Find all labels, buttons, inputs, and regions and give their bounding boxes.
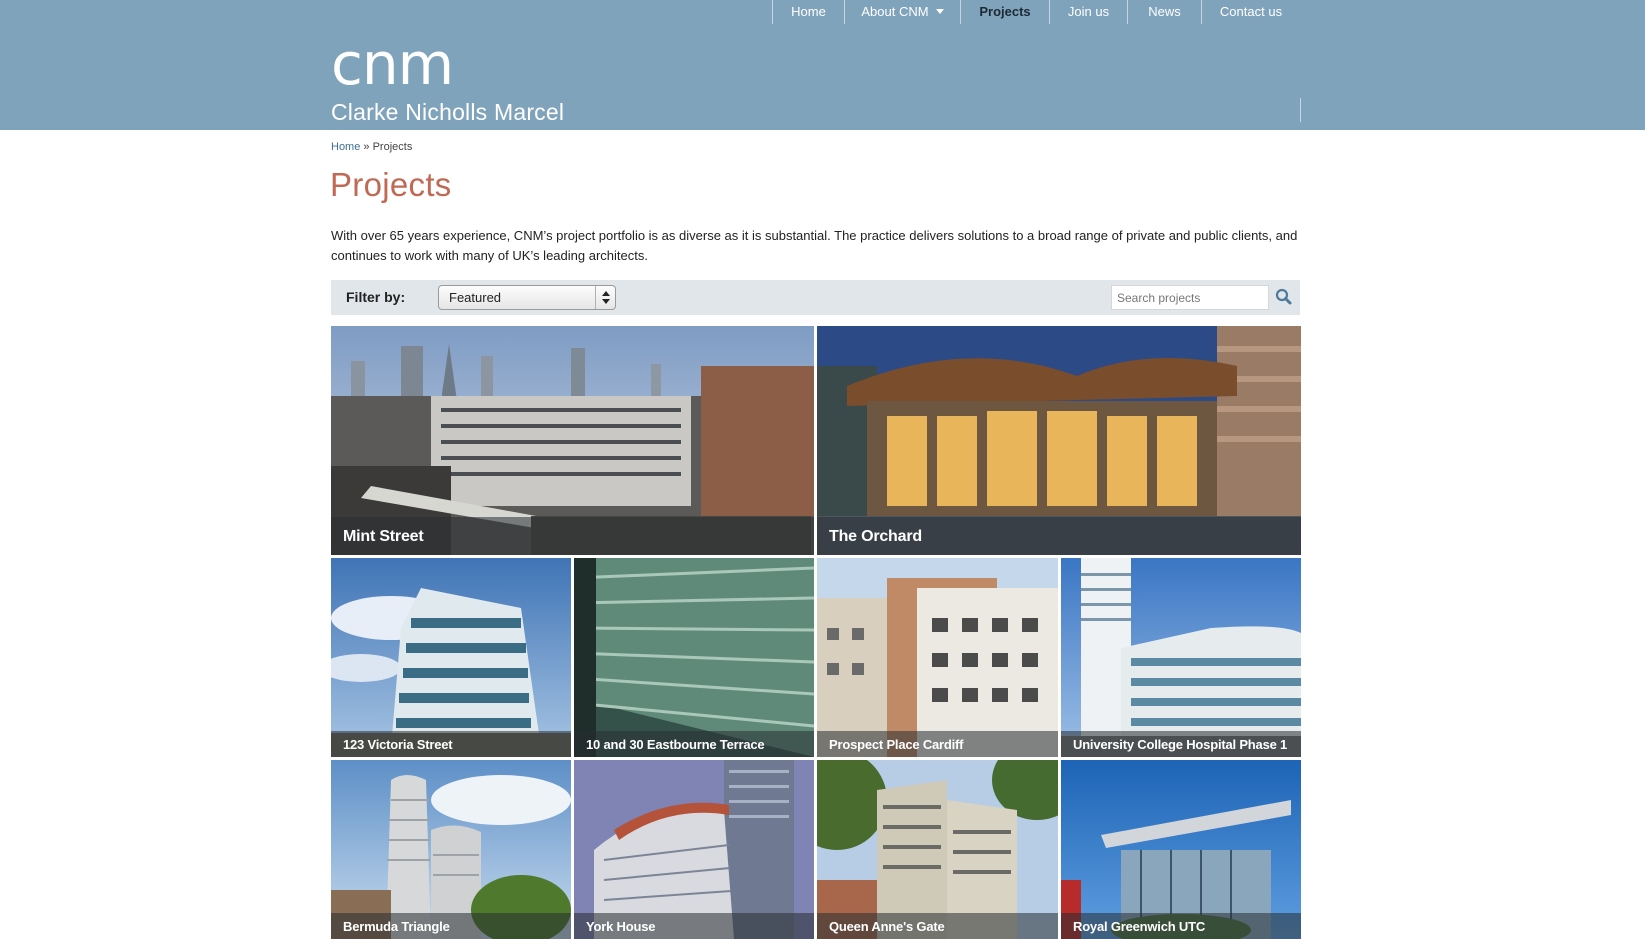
tile-caption: Royal Greenwich UTC	[1061, 913, 1301, 939]
project-image	[574, 558, 814, 757]
select-arrows-icon	[595, 286, 615, 309]
filter-label: Filter by:	[346, 289, 406, 305]
project-tile-university-college-hospital[interactable]: University College Hospital Phase 1	[1061, 558, 1301, 757]
tile-caption: Prospect Place Cardiff	[817, 731, 1058, 757]
tile-caption: Queen Anne's Gate	[817, 913, 1058, 939]
filter-select[interactable]: Featured	[438, 285, 616, 310]
project-tile-york-house[interactable]: York House	[574, 760, 814, 939]
intro-paragraph: With over 65 years experience, CNM’s pro…	[331, 228, 1298, 263]
project-name: Queen Anne's Gate	[829, 919, 945, 934]
tile-caption: University College Hospital Phase 1	[1061, 731, 1301, 757]
project-image	[817, 558, 1058, 757]
project-tile-bermuda-triangle[interactable]: Bermuda Triangle	[331, 760, 571, 939]
tile-caption: Mint Street	[331, 517, 814, 555]
project-name: 10 and 30 Eastbourne Terrace	[586, 737, 765, 752]
nav-divider	[1300, 98, 1301, 122]
tile-caption: 123 Victoria Street	[331, 731, 571, 757]
project-tile-123-victoria-street[interactable]: 123 Victoria Street	[331, 558, 571, 757]
nav-join-us[interactable]: Join us	[1049, 0, 1127, 24]
search-input[interactable]	[1111, 285, 1269, 310]
project-image	[1061, 558, 1301, 757]
nav-news[interactable]: News	[1127, 0, 1201, 24]
project-name: University College Hospital Phase 1	[1073, 737, 1288, 752]
logo-mark: cnm	[331, 30, 454, 98]
tile-caption: York House	[574, 913, 814, 939]
project-name: Prospect Place Cardiff	[829, 737, 964, 752]
nav-about[interactable]: About CNM	[844, 0, 960, 24]
filter-selected-value: Featured	[449, 290, 502, 305]
tile-caption: 10 and 30 Eastbourne Terrace	[574, 731, 814, 757]
project-tile-queen-annes-gate[interactable]: Queen Anne's Gate	[817, 760, 1058, 939]
breadcrumb-current: Projects	[372, 141, 413, 153]
project-name: Bermuda Triangle	[343, 919, 450, 934]
nav-home[interactable]: Home	[772, 0, 844, 24]
project-tile-mint-street[interactable]: Mint Street	[331, 326, 814, 555]
project-name: 123 Victoria Street	[343, 737, 453, 752]
nav-news-label: News	[1148, 4, 1181, 19]
logo-company-name: Clarke Nicholls Marcel	[331, 99, 565, 125]
project-name: York House	[586, 919, 656, 934]
project-name: Royal Greenwich UTC	[1073, 919, 1206, 934]
filter-bar: Filter by: Featured	[331, 280, 1300, 315]
chevron-down-icon	[935, 9, 944, 14]
nav-contact[interactable]: Contact us	[1201, 0, 1300, 24]
breadcrumb-separator: »	[363, 141, 370, 153]
nav-projects-label: Projects	[979, 4, 1031, 19]
tile-caption: The Orchard	[817, 517, 1301, 555]
project-image	[331, 558, 571, 757]
nav-home-label: Home	[791, 4, 826, 19]
breadcrumb: Home » Projects	[331, 141, 412, 153]
page-title: Projects	[330, 166, 452, 203]
site-header: cnm Clarke Nicholls Marcel Home About CN…	[0, 0, 1645, 130]
breadcrumb-home-link[interactable]: Home	[331, 141, 360, 153]
project-tile-prospect-place-cardiff[interactable]: Prospect Place Cardiff	[817, 558, 1058, 757]
project-name: The Orchard	[829, 528, 922, 545]
project-tile-the-orchard[interactable]: The Orchard	[817, 326, 1301, 555]
project-name: Mint Street	[343, 528, 424, 545]
nav-about-label: About CNM	[861, 4, 929, 19]
tile-caption: Bermuda Triangle	[331, 913, 571, 939]
project-tile-royal-greenwich-utc[interactable]: Royal Greenwich UTC	[1061, 760, 1301, 939]
nav-projects[interactable]: Projects	[960, 0, 1049, 24]
project-tile-eastbourne-terrace[interactable]: 10 and 30 Eastbourne Terrace	[574, 558, 814, 757]
search-icon[interactable]	[1274, 287, 1294, 307]
nav-join-us-label: Join us	[1067, 4, 1110, 19]
site-logo[interactable]: cnm Clarke Nicholls Marcel	[331, 30, 565, 126]
nav-contact-label: Contact us	[1219, 4, 1283, 19]
